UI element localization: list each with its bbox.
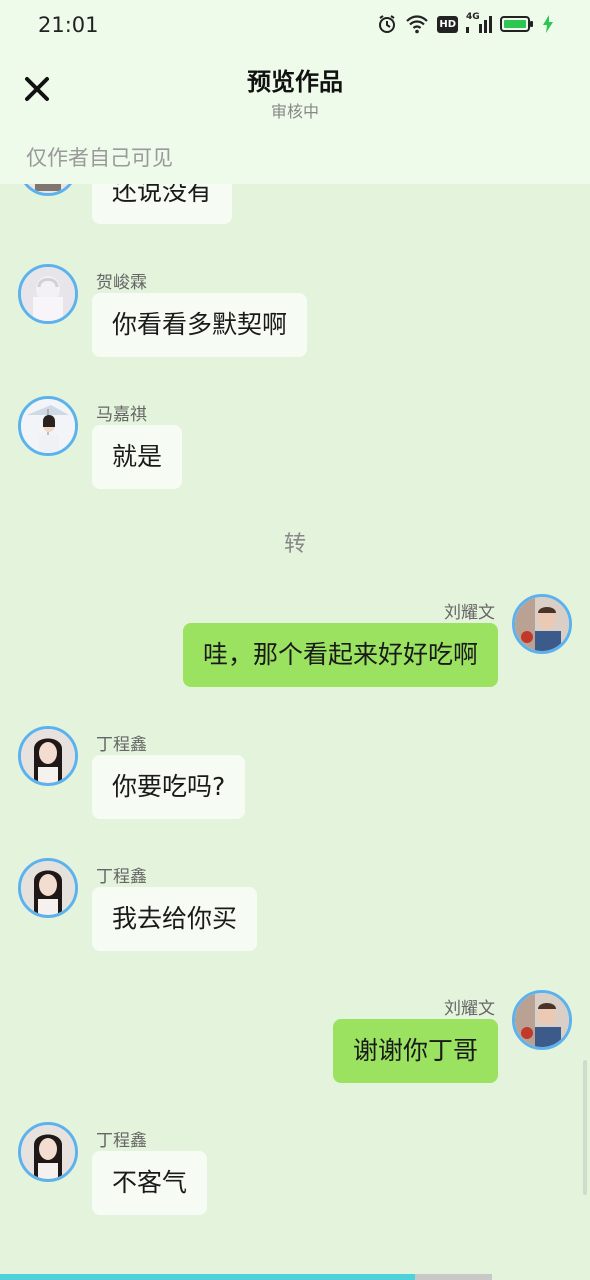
chat-message: 丁程鑫 你要吃吗? [0, 726, 590, 826]
charging-icon [543, 15, 553, 33]
avatar[interactable] [18, 264, 78, 324]
message-bubble: 哇，那个看起来好好吃啊 [182, 623, 498, 687]
wifi-icon [406, 15, 429, 34]
chat-message: 丁程鑫 我去给你买 [0, 858, 590, 958]
chat-message: 丁程鑫 不客气 [0, 1122, 590, 1222]
sender-name: 刘耀文 [444, 603, 495, 623]
status-bar: 21:01 HD 4G [0, 0, 590, 50]
scrollbar-thumb[interactable] [583, 1060, 587, 1195]
message-bubble: 谢谢你丁哥 [332, 1019, 498, 1083]
chat-message: 贺峻霖 你看看多默契啊 [0, 264, 590, 364]
chat-message: 马嘉祺 就是 [0, 396, 590, 496]
message-bubble: 我去给你买 [92, 887, 258, 951]
message-bubble: 你要吃吗? [92, 755, 246, 819]
chat-message: 刘耀文 谢谢你丁哥 [0, 990, 590, 1090]
alarm-icon [379, 15, 396, 33]
sender-name: 丁程鑫 [96, 1131, 147, 1151]
avatar[interactable] [512, 990, 572, 1050]
progress-fill [0, 1274, 415, 1280]
sender-name: 丁程鑫 [96, 735, 147, 755]
avatar[interactable] [18, 1122, 78, 1182]
chat-list[interactable]: 还说没有 贺峻霖 你看看多默契啊 马嘉祺 就是 转 刘耀文 哇，那个看起来好好吃… [0, 184, 590, 1274]
sender-name: 马嘉祺 [96, 405, 147, 425]
battery-icon [500, 16, 533, 32]
avatar[interactable] [512, 594, 572, 654]
sender-name: 丁程鑫 [96, 867, 147, 887]
network-label: 4G [466, 11, 480, 22]
message-bubble: 还说没有 [92, 184, 233, 224]
chat-message: 还说没有 [0, 184, 590, 226]
preview-header: 预览作品 审核中 仅作者自己可见 [0, 50, 590, 184]
sender-name: 刘耀文 [444, 999, 495, 1019]
signal-4g-icon: 4G [466, 12, 492, 33]
chat-divider-text: 转 [283, 532, 306, 557]
avatar[interactable] [18, 726, 78, 786]
status-time: 21:01 [38, 13, 99, 37]
chat-message: 刘耀文 哇，那个看起来好好吃啊 [0, 594, 590, 694]
reading-progress-bar [0, 1274, 590, 1280]
review-status: 审核中 [270, 102, 319, 121]
avatar[interactable] [18, 396, 78, 456]
hd-icon: HD [437, 15, 458, 33]
sender-name: 贺峻霖 [96, 273, 147, 293]
avatar[interactable] [18, 184, 78, 196]
message-bubble: 就是 [92, 425, 183, 489]
page-title: 预览作品 [247, 68, 343, 96]
message-bubble: 你看看多默契啊 [92, 293, 308, 357]
message-bubble: 不客气 [92, 1151, 208, 1215]
status-icons: HD 4G [377, 12, 554, 34]
visibility-notice: 仅作者自己可见 [26, 146, 173, 170]
progress-remaining [415, 1274, 492, 1280]
avatar[interactable] [18, 858, 78, 918]
